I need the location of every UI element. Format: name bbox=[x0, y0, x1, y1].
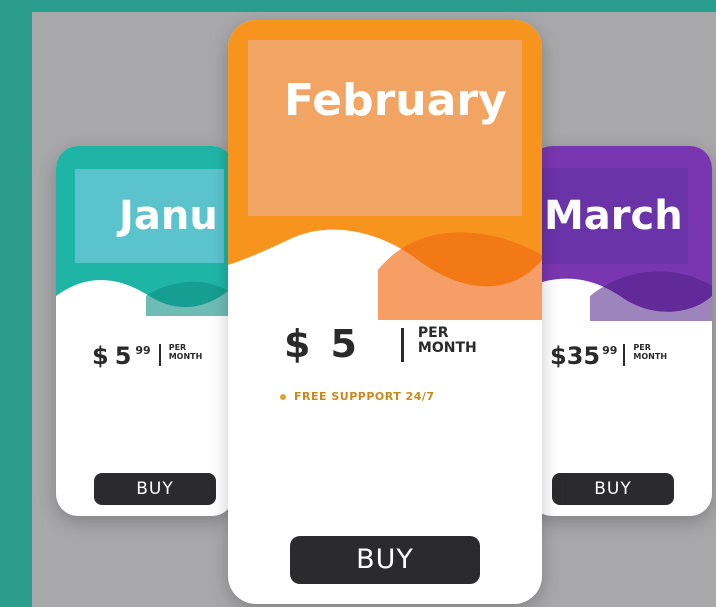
price-separator bbox=[158, 344, 161, 366]
per-month-label: PER MONTH bbox=[168, 343, 203, 362]
month-label: MONTH bbox=[168, 351, 203, 361]
per-label: PER bbox=[417, 325, 449, 341]
price-separator bbox=[623, 344, 626, 366]
price-january: $ 5 99 PER MONTH bbox=[92, 342, 202, 370]
buy-label: BUY bbox=[594, 479, 632, 499]
month-text: February bbox=[284, 74, 507, 126]
buy-label: BUY bbox=[136, 479, 174, 499]
per-month-label: PER MONTH bbox=[417, 325, 477, 357]
month-label-january: Janu bbox=[75, 169, 224, 263]
month-label-february: February bbox=[248, 40, 522, 216]
price-separator bbox=[400, 328, 404, 362]
month-text: Janu bbox=[119, 193, 218, 239]
per-month-label: PER MONTH bbox=[633, 343, 668, 362]
price-march: $ 35 99 PER MONTH bbox=[550, 342, 667, 370]
price-amount: 5 bbox=[114, 342, 132, 370]
teal-frame-left bbox=[0, 0, 32, 607]
buy-button-march[interactable]: BUY bbox=[552, 473, 674, 505]
per-label: PER bbox=[168, 343, 187, 352]
currency-symbol: $ bbox=[550, 342, 567, 370]
teal-frame-top bbox=[0, 0, 716, 12]
currency-symbol: $ bbox=[284, 322, 311, 366]
feature-text: FREE SUPPPORT 24/7 bbox=[294, 390, 435, 403]
currency-symbol: $ bbox=[92, 342, 109, 370]
price-amount: 5 bbox=[330, 322, 357, 366]
buy-button-january[interactable]: BUY bbox=[94, 473, 216, 505]
month-label-march: March bbox=[540, 168, 688, 264]
month-text: March bbox=[544, 193, 683, 239]
price-amount: 35 bbox=[566, 342, 601, 370]
per-label: PER bbox=[633, 343, 651, 352]
price-cents: 99 bbox=[602, 344, 618, 357]
buy-button-february[interactable]: BUY bbox=[290, 536, 480, 584]
buy-label: BUY bbox=[356, 544, 414, 575]
price-february: $ 5 PER MONTH bbox=[284, 322, 477, 366]
feature-support: FREE SUPPPORT 24/7 bbox=[280, 390, 435, 403]
month-label: MONTH bbox=[633, 351, 668, 361]
price-cents: 99 bbox=[135, 344, 151, 357]
month-label: MONTH bbox=[417, 340, 477, 357]
bullet-dot-icon bbox=[280, 393, 286, 400]
